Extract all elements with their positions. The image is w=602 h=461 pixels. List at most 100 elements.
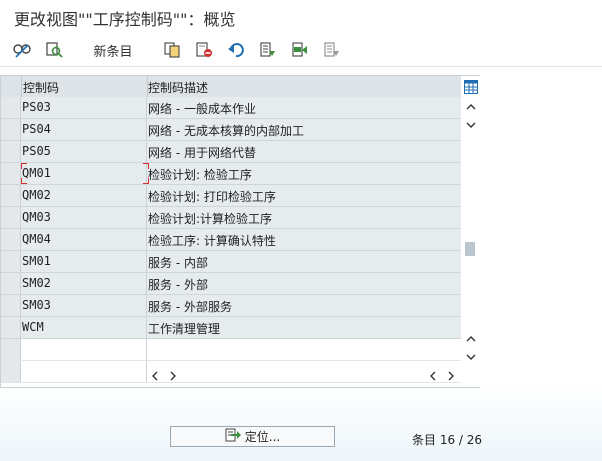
display-button[interactable]	[42, 39, 66, 61]
control-code-description: 网络 - 一般成本作业	[148, 102, 256, 116]
chevron-down-icon	[466, 118, 476, 132]
code-cell[interactable]	[21, 361, 147, 382]
row-selector[interactable]	[1, 361, 21, 382]
scroll-up-button[interactable]	[461, 98, 480, 116]
row-selector[interactable]	[1, 295, 21, 316]
row-selector[interactable]	[1, 207, 21, 228]
entries-label: 条目	[412, 433, 437, 447]
row-selector[interactable]	[1, 273, 21, 294]
copy-button[interactable]	[160, 39, 184, 61]
deselect-all-button[interactable]	[320, 39, 344, 61]
vertical-scrollbar[interactable]	[461, 76, 480, 387]
table-row[interactable]: PS05 网络 - 用于网络代替	[1, 141, 461, 163]
horizontal-scrollbar[interactable]	[147, 368, 461, 386]
locate-icon	[225, 428, 241, 445]
control-code-description: 服务 - 内部	[148, 256, 208, 270]
table-row[interactable]: QM04 检验工序: 计算确认特性	[1, 229, 461, 251]
new-entries-button[interactable]: 新条目	[88, 39, 138, 61]
row-selector[interactable]	[1, 229, 21, 250]
chevron-right-icon	[447, 370, 455, 384]
control-code: QM03	[22, 210, 51, 224]
select-block-button[interactable]	[288, 39, 312, 61]
table-row[interactable]: PS03 网络 - 一般成本作业	[1, 97, 461, 119]
scroll-up-bottom-button[interactable]	[461, 330, 480, 348]
select-block-icon	[290, 41, 310, 59]
table-body: PS03 网络 - 一般成本作业 PS04 网络 - 无成本核算的内部加工 PS05 网络…	[1, 97, 461, 383]
control-code-description: 检验工序: 计算确认特性	[148, 234, 276, 248]
control-code: WCM	[22, 320, 44, 334]
table-row[interactable]: QM03 检验计划:计算检验工序	[1, 207, 461, 229]
row-selector[interactable]	[1, 97, 21, 118]
empty-table-row[interactable]	[1, 339, 461, 361]
row-selector[interactable]	[1, 339, 21, 360]
undo-button[interactable]	[224, 39, 248, 61]
application-toolbar: 新条目	[0, 34, 602, 67]
table-row[interactable]: SM03 服务 - 外部服务	[1, 295, 461, 317]
control-code-description: 工作清理管理	[148, 322, 221, 336]
table-header: 控制码 控制码描述	[1, 76, 461, 98]
glasses-pencil-icon	[12, 41, 32, 59]
scroll-left-button[interactable]	[147, 368, 163, 386]
column-header-code[interactable]: 控制码	[23, 79, 59, 96]
select-all-button[interactable]	[256, 39, 280, 61]
chevron-down-icon	[466, 350, 476, 364]
select-all-icon	[258, 41, 278, 59]
chevron-up-icon	[466, 100, 476, 114]
row-selector[interactable]	[1, 119, 21, 140]
scroll-down-bottom-button[interactable]	[461, 348, 480, 366]
locate-button[interactable]: 定位...	[170, 426, 335, 447]
entries-value: 16 / 26	[439, 433, 483, 447]
table-row[interactable]: QM02 检验计划: 打印检验工序	[1, 185, 461, 207]
control-code-description: 检验计划:计算检验工序	[148, 212, 273, 226]
control-code-description: 检验计划: 检验工序	[148, 168, 252, 182]
control-code: QM04	[22, 232, 51, 246]
control-code: PS03	[22, 100, 51, 114]
delete-icon	[194, 41, 214, 59]
control-code: PS05	[22, 144, 51, 158]
undo-icon	[226, 41, 246, 59]
window-title: 更改视图""工序控制码""：概览	[14, 10, 236, 29]
row-selector[interactable]	[1, 163, 21, 184]
display-change-button[interactable]	[10, 39, 34, 61]
control-code: QM02	[22, 188, 51, 202]
row-selector[interactable]	[1, 251, 21, 272]
table-row[interactable]: PS04 网络 - 无成本核算的内部加工	[1, 119, 461, 141]
control-code: SM01	[22, 254, 51, 268]
chevron-right-icon	[169, 370, 177, 384]
control-code-description: 网络 - 用于网络代替	[148, 146, 256, 160]
control-code: SM02	[22, 276, 51, 290]
scroll-right-end-button[interactable]	[443, 368, 459, 386]
chevron-left-icon	[429, 370, 437, 384]
chevron-up-icon	[466, 332, 476, 346]
control-code-description: 服务 - 外部服务	[148, 300, 232, 314]
scroll-down-button[interactable]	[461, 116, 480, 134]
scroll-right-button[interactable]	[165, 368, 181, 386]
code-cell[interactable]	[21, 339, 147, 360]
table-row[interactable]: WCM 工作清理管理	[1, 317, 461, 339]
column-settings-button[interactable]	[461, 78, 480, 98]
title-bar: 更改视图""工序控制码""：概览	[0, 0, 602, 34]
table-row[interactable]: QM01 检验计划: 检验工序	[1, 163, 461, 185]
control-code-description: 检验计划: 打印检验工序	[148, 190, 276, 204]
vertical-scroll-thumb[interactable]	[465, 241, 475, 256]
control-code: PS04	[22, 122, 51, 136]
table-row[interactable]: SM01 服务 - 内部	[1, 251, 461, 273]
magnifier-icon	[44, 41, 64, 59]
deselect-all-icon	[322, 41, 342, 59]
row-selector[interactable]	[1, 185, 21, 206]
scroll-left-end-button[interactable]	[425, 368, 441, 386]
control-code: QM01	[22, 166, 51, 180]
column-header-description[interactable]: 控制码描述	[148, 79, 208, 96]
table-row[interactable]: SM02 服务 - 外部	[1, 273, 461, 295]
delete-button[interactable]	[192, 39, 216, 61]
description-cell[interactable]	[147, 339, 461, 360]
row-selector[interactable]	[1, 141, 21, 162]
control-code-description: 服务 - 外部	[148, 278, 208, 292]
locate-label: 定位...	[244, 430, 281, 444]
control-code-description: 网络 - 无成本核算的内部加工	[148, 124, 304, 138]
copy-icon	[162, 41, 182, 59]
control-key-table: 控制码 控制码描述 PS03 网络 - 一般成本作业 PS04 网络 - 无成本核算的…	[0, 75, 480, 388]
table-settings-icon	[463, 79, 478, 97]
row-selector[interactable]	[1, 317, 21, 338]
entries-counter: 条目 16 / 26	[412, 431, 482, 448]
